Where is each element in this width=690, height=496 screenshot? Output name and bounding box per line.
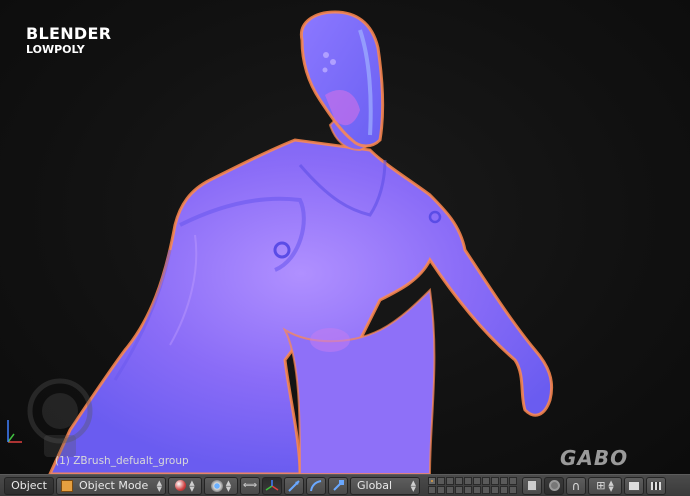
render-animation-button[interactable] — [646, 476, 666, 495]
manipulator-toggle[interactable]: ⟺ — [240, 476, 260, 495]
logo-watermark-icon — [27, 378, 93, 457]
updown-icon: ▲ ▼ — [225, 478, 232, 493]
object-menu-button[interactable]: Object — [4, 476, 54, 495]
orientation-select[interactable]: Global ▲ ▼ — [350, 476, 420, 495]
orientation-label: Global — [357, 479, 393, 492]
layer-button[interactable] — [509, 486, 517, 494]
proportional-edit-icon — [548, 480, 560, 491]
mode-label: Object Mode — [79, 479, 149, 492]
updown-icon: ▲ ▼ — [608, 478, 614, 493]
layer-button[interactable] — [482, 477, 490, 485]
snap-element-icon: ⊞ — [596, 479, 606, 492]
layer-button[interactable] — [491, 477, 499, 485]
layer-button[interactable] — [500, 477, 508, 485]
render-button[interactable] — [624, 476, 644, 495]
layer-button[interactable] — [464, 477, 472, 485]
layer-button[interactable] — [509, 477, 517, 485]
manipulator-icon: ⟺ — [242, 480, 258, 491]
layer-button[interactable] — [455, 477, 463, 485]
snap-icon: ∩ — [571, 478, 581, 493]
layer-button[interactable] — [455, 486, 463, 494]
pivot-point-icon — [210, 479, 223, 492]
layer-button[interactable] — [428, 486, 436, 494]
rotate-button[interactable] — [284, 476, 304, 495]
layer-button[interactable] — [464, 486, 472, 494]
layers-icon[interactable] — [428, 477, 472, 494]
active-object-label: (1) ZBrush_defualt_group — [55, 455, 189, 467]
layer-button[interactable] — [500, 486, 508, 494]
render-layer-button[interactable] — [522, 476, 542, 495]
character-model[interactable] — [0, 0, 690, 474]
layer-button[interactable] — [482, 486, 490, 494]
mode-select[interactable]: Object Mode ▲ ▼ — [56, 476, 166, 495]
viewport-shading-icon — [175, 480, 187, 491]
translate-button[interactable] — [262, 476, 282, 495]
snap-toggle[interactable]: ∩ — [566, 476, 586, 495]
3d-viewport[interactable]: BLENDER LOWPOLY (1) ZBrush_defualt_group… — [0, 0, 690, 474]
rotate-icon — [288, 479, 300, 492]
render-layer-icon — [527, 480, 537, 491]
pivot-point-select[interactable]: ▲ ▼ — [204, 476, 238, 495]
viewport-shading-select[interactable]: ▲ ▼ — [168, 476, 202, 495]
layer-button[interactable] — [491, 486, 499, 494]
render-icon — [628, 480, 640, 491]
layer-button[interactable] — [473, 486, 481, 494]
scale-mode-button[interactable] — [328, 476, 348, 495]
object-menu-label: Object — [11, 479, 47, 492]
layer-button[interactable] — [446, 486, 454, 494]
3d-view-header: Object Object Mode ▲ ▼ ▲ ▼ ▲ ▼ ⟺ Global … — [0, 474, 690, 496]
layer-button[interactable] — [437, 477, 445, 485]
proportional-edit-button[interactable] — [544, 476, 564, 495]
layer-button[interactable] — [473, 477, 481, 485]
layer-button[interactable] — [428, 477, 436, 485]
watermark-text: GABO — [560, 446, 629, 470]
scale-arrow-icon — [333, 479, 344, 491]
layers-icon[interactable] — [473, 477, 517, 494]
scale-button[interactable] — [306, 476, 326, 495]
updown-icon: ▲ ▼ — [156, 478, 162, 493]
axis-gizmo-icon — [7, 420, 22, 443]
translate-icon — [265, 479, 279, 491]
layer-button[interactable] — [437, 486, 445, 494]
render-animation-icon — [650, 480, 662, 491]
snap-element-select[interactable]: ⊞ ▲ ▼ — [588, 476, 622, 495]
updown-icon: ▲ ▼ — [410, 478, 416, 493]
layer-button[interactable] — [446, 477, 454, 485]
scale-icon — [310, 479, 322, 491]
updown-icon: ▲ ▼ — [189, 478, 195, 493]
object-mode-icon — [61, 479, 73, 492]
